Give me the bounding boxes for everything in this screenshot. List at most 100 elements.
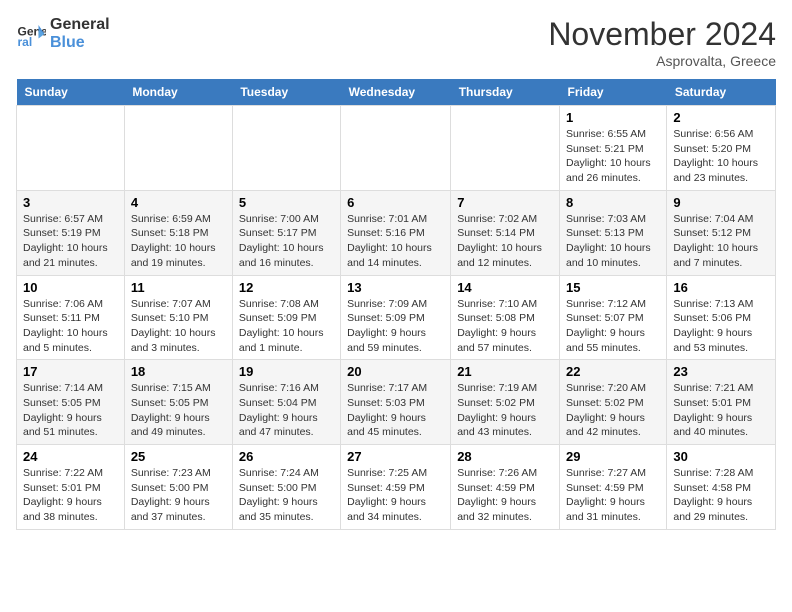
calendar-week-row: 1Sunrise: 6:55 AM Sunset: 5:21 PM Daylig…	[17, 106, 776, 191]
day-number: 5	[239, 195, 334, 210]
calendar-cell: 5 Sunrise: 7:00 AM Sunset: 5:17 PM Daylig…	[232, 190, 340, 275]
day-number: 23	[673, 364, 769, 379]
day-info: Sunrise: 7:22 AM Sunset: 5:01 PM Dayligh…	[23, 466, 118, 525]
day-info: Sunrise: 7:01 AM Sunset: 5:16 PM Dayligh…	[347, 212, 444, 271]
day-info: Sunrise: 7:25 AM Sunset: 4:59 PM Dayligh…	[347, 466, 444, 525]
day-number: 21	[457, 364, 553, 379]
calendar-cell: 21 Sunrise: 7:19 AM Sunset: 5:02 PM Dayli…	[451, 360, 560, 445]
calendar-cell: 13 Sunrise: 7:09 AM Sunset: 5:09 PM Dayli…	[341, 275, 451, 360]
day-number: 13	[347, 280, 444, 295]
day-info: Sunrise: 7:23 AM Sunset: 5:00 PM Dayligh…	[131, 466, 226, 525]
logo-text-line2: Blue	[50, 34, 110, 52]
day-info: Sunrise: 6:59 AM Sunset: 5:18 PM Dayligh…	[131, 212, 226, 271]
calendar-cell: 14 Sunrise: 7:10 AM Sunset: 5:08 PM Dayli…	[451, 275, 560, 360]
calendar-cell: 18 Sunrise: 7:15 AM Sunset: 5:05 PM Dayli…	[124, 360, 232, 445]
calendar-cell: 22 Sunrise: 7:20 AM Sunset: 5:02 PM Dayli…	[560, 360, 667, 445]
calendar-week-row: 24 Sunrise: 7:22 AM Sunset: 5:01 PM Dayli…	[17, 445, 776, 530]
day-info: Sunrise: 7:16 AM Sunset: 5:04 PM Dayligh…	[239, 381, 334, 440]
calendar-cell: 15 Sunrise: 7:12 AM Sunset: 5:07 PM Dayli…	[560, 275, 667, 360]
day-info: Sunrise: 7:19 AM Sunset: 5:02 PM Dayligh…	[457, 381, 553, 440]
day-number: 22	[566, 364, 660, 379]
day-info: Sunrise: 7:15 AM Sunset: 5:05 PM Dayligh…	[131, 381, 226, 440]
calendar-cell: 12 Sunrise: 7:08 AM Sunset: 5:09 PM Dayli…	[232, 275, 340, 360]
calendar-cell: 4Sunrise: 6:59 AM Sunset: 5:18 PM Daylig…	[124, 190, 232, 275]
day-number: 19	[239, 364, 334, 379]
calendar-cell: 28 Sunrise: 7:26 AM Sunset: 4:59 PM Dayli…	[451, 445, 560, 530]
calendar-cell: 24 Sunrise: 7:22 AM Sunset: 5:01 PM Dayli…	[17, 445, 125, 530]
calendar-cell: 8 Sunrise: 7:03 AM Sunset: 5:13 PM Daylig…	[560, 190, 667, 275]
day-info: Sunrise: 7:04 AM Sunset: 5:12 PM Dayligh…	[673, 212, 769, 271]
calendar-cell	[451, 106, 560, 191]
day-header-saturday: Saturday	[667, 79, 776, 106]
day-number: 26	[239, 449, 334, 464]
day-info: Sunrise: 7:02 AM Sunset: 5:14 PM Dayligh…	[457, 212, 553, 271]
day-info: Sunrise: 7:12 AM Sunset: 5:07 PM Dayligh…	[566, 297, 660, 356]
calendar-cell: 29 Sunrise: 7:27 AM Sunset: 4:59 PM Dayli…	[560, 445, 667, 530]
day-info: Sunrise: 7:08 AM Sunset: 5:09 PM Dayligh…	[239, 297, 334, 356]
day-info: Sunrise: 7:27 AM Sunset: 4:59 PM Dayligh…	[566, 466, 660, 525]
day-number: 17	[23, 364, 118, 379]
day-header-friday: Friday	[560, 79, 667, 106]
calendar-cell: 3 Sunrise: 6:57 AM Sunset: 5:19 PM Daylig…	[17, 190, 125, 275]
calendar-body: 1Sunrise: 6:55 AM Sunset: 5:21 PM Daylig…	[17, 106, 776, 530]
day-info: Sunrise: 7:28 AM Sunset: 4:58 PM Dayligh…	[673, 466, 769, 525]
svg-text:ral: ral	[18, 35, 33, 49]
day-header-sunday: Sunday	[17, 79, 125, 106]
calendar-cell: 20Sunrise: 7:17 AM Sunset: 5:03 PM Dayli…	[341, 360, 451, 445]
day-number: 8	[566, 195, 660, 210]
location: Asprovalta, Greece	[548, 53, 776, 69]
month-title: November 2024	[548, 16, 776, 53]
calendar-cell: 23Sunrise: 7:21 AM Sunset: 5:01 PM Dayli…	[667, 360, 776, 445]
day-number: 9	[673, 195, 769, 210]
day-number: 3	[23, 195, 118, 210]
page-header: Gene ral General Blue November 2024 Aspr…	[16, 16, 776, 69]
calendar-cell: 26 Sunrise: 7:24 AM Sunset: 5:00 PM Dayli…	[232, 445, 340, 530]
day-number: 16	[673, 280, 769, 295]
calendar-cell	[124, 106, 232, 191]
calendar-cell: 1Sunrise: 6:55 AM Sunset: 5:21 PM Daylig…	[560, 106, 667, 191]
day-info: Sunrise: 7:09 AM Sunset: 5:09 PM Dayligh…	[347, 297, 444, 356]
day-number: 18	[131, 364, 226, 379]
day-number: 1	[566, 110, 660, 125]
logo-icon: Gene ral	[16, 19, 46, 49]
day-info: Sunrise: 7:10 AM Sunset: 5:08 PM Dayligh…	[457, 297, 553, 356]
day-info: Sunrise: 7:26 AM Sunset: 4:59 PM Dayligh…	[457, 466, 553, 525]
day-number: 14	[457, 280, 553, 295]
day-info: Sunrise: 7:17 AM Sunset: 5:03 PM Dayligh…	[347, 381, 444, 440]
day-info: Sunrise: 7:20 AM Sunset: 5:02 PM Dayligh…	[566, 381, 660, 440]
logo-text-line1: General	[50, 16, 110, 34]
day-info: Sunrise: 7:03 AM Sunset: 5:13 PM Dayligh…	[566, 212, 660, 271]
calendar-cell: 6 Sunrise: 7:01 AM Sunset: 5:16 PM Daylig…	[341, 190, 451, 275]
calendar-cell: 11 Sunrise: 7:07 AM Sunset: 5:10 PM Dayli…	[124, 275, 232, 360]
day-info: Sunrise: 7:00 AM Sunset: 5:17 PM Dayligh…	[239, 212, 334, 271]
calendar-cell: 9 Sunrise: 7:04 AM Sunset: 5:12 PM Daylig…	[667, 190, 776, 275]
day-info: Sunrise: 6:57 AM Sunset: 5:19 PM Dayligh…	[23, 212, 118, 271]
calendar-cell: 2Sunrise: 6:56 AM Sunset: 5:20 PM Daylig…	[667, 106, 776, 191]
day-number: 29	[566, 449, 660, 464]
day-info: Sunrise: 7:06 AM Sunset: 5:11 PM Dayligh…	[23, 297, 118, 356]
logo: Gene ral General Blue	[16, 16, 110, 52]
calendar-week-row: 10Sunrise: 7:06 AM Sunset: 5:11 PM Dayli…	[17, 275, 776, 360]
title-area: November 2024 Asprovalta, Greece	[548, 16, 776, 69]
day-number: 28	[457, 449, 553, 464]
calendar-cell: 27 Sunrise: 7:25 AM Sunset: 4:59 PM Dayli…	[341, 445, 451, 530]
calendar-cell: 10Sunrise: 7:06 AM Sunset: 5:11 PM Dayli…	[17, 275, 125, 360]
day-number: 12	[239, 280, 334, 295]
day-header-tuesday: Tuesday	[232, 79, 340, 106]
calendar-week-row: 3 Sunrise: 6:57 AM Sunset: 5:19 PM Daylig…	[17, 190, 776, 275]
day-number: 24	[23, 449, 118, 464]
day-number: 6	[347, 195, 444, 210]
calendar-cell: 16Sunrise: 7:13 AM Sunset: 5:06 PM Dayli…	[667, 275, 776, 360]
calendar-table: SundayMondayTuesdayWednesdayThursdayFrid…	[16, 79, 776, 530]
calendar-cell: 25 Sunrise: 7:23 AM Sunset: 5:00 PM Dayli…	[124, 445, 232, 530]
calendar-cell: 17Sunrise: 7:14 AM Sunset: 5:05 PM Dayli…	[17, 360, 125, 445]
day-number: 15	[566, 280, 660, 295]
calendar-header-row: SundayMondayTuesdayWednesdayThursdayFrid…	[17, 79, 776, 106]
day-number: 25	[131, 449, 226, 464]
day-info: Sunrise: 7:07 AM Sunset: 5:10 PM Dayligh…	[131, 297, 226, 356]
day-number: 27	[347, 449, 444, 464]
day-info: Sunrise: 7:24 AM Sunset: 5:00 PM Dayligh…	[239, 466, 334, 525]
calendar-cell	[341, 106, 451, 191]
day-number: 11	[131, 280, 226, 295]
day-header-thursday: Thursday	[451, 79, 560, 106]
